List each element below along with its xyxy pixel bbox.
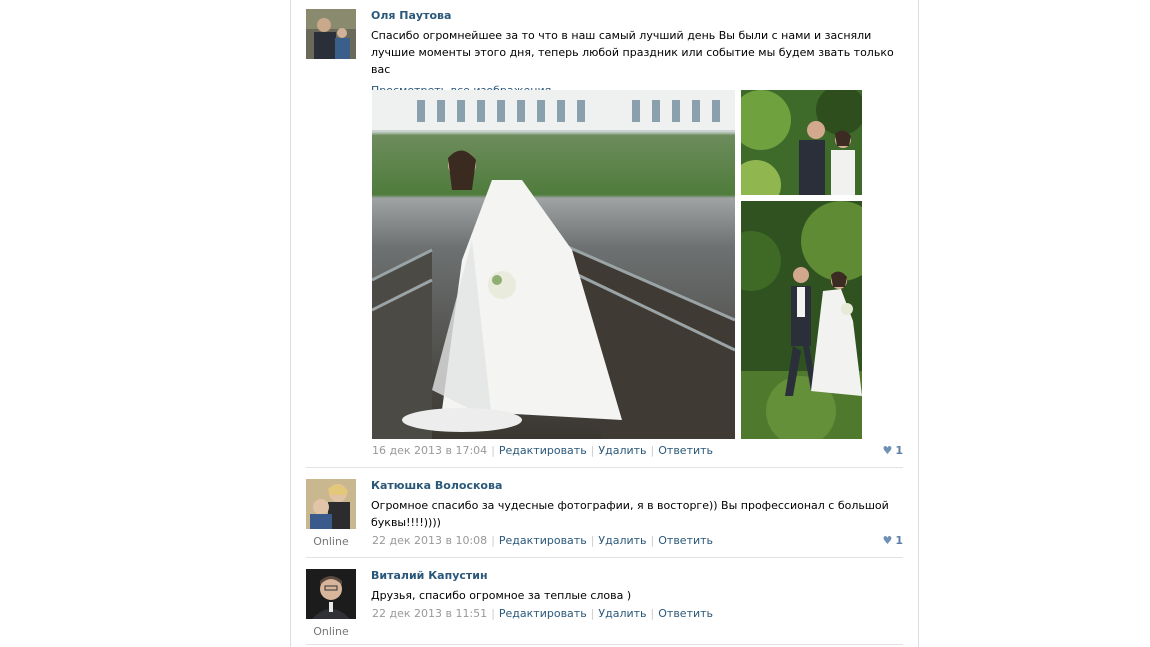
comment-text: Огромное спасибо за чудесные фотографии,… bbox=[371, 499, 889, 529]
comment-meta: 22 дек 2013 в 11:51 | Редактировать | Удалит… bbox=[372, 607, 714, 620]
reply-link[interactable]: Ответить bbox=[658, 444, 713, 457]
delete-link[interactable]: Удалить bbox=[598, 534, 646, 547]
like-count: 1 bbox=[895, 534, 903, 547]
comment-text: Спасибо огромнейшее за то что в наш самы… bbox=[371, 29, 894, 76]
delete-link[interactable]: Удалить bbox=[598, 444, 646, 457]
online-status: Online bbox=[313, 535, 349, 548]
comment-meta: 16 дек 2013 в 17:04 | Редактировать | Удалит… bbox=[372, 444, 714, 457]
avatar[interactable] bbox=[306, 479, 356, 529]
online-status: Online bbox=[313, 625, 349, 638]
comment-author[interactable]: Виталий Капустин bbox=[371, 569, 903, 583]
comment-meta: 22 дек 2013 в 10:08 | Редактировать | Удалит… bbox=[372, 534, 714, 547]
edit-link[interactable]: Редактировать bbox=[499, 607, 587, 620]
comment-date: 16 дек 2013 в 17:04 bbox=[372, 444, 488, 457]
edit-link[interactable]: Редактировать bbox=[499, 534, 587, 547]
heart-icon: ♥ bbox=[882, 444, 893, 457]
comment-date: 22 дек 2013 в 11:51 bbox=[372, 607, 488, 620]
avatar[interactable] bbox=[306, 9, 356, 59]
reply-link[interactable]: Ответить bbox=[658, 607, 713, 620]
like-button[interactable]: ♥ 1 bbox=[882, 444, 903, 457]
comment-text: Друзья, спасибо огромное за теплые слова… bbox=[371, 589, 632, 602]
couple-kiss-photo[interactable] bbox=[741, 90, 862, 195]
like-count: 1 bbox=[895, 444, 903, 457]
edit-link[interactable]: Редактировать bbox=[499, 444, 587, 457]
comments-column: Оля Паутова Спасибо огромнейшее за то чт… bbox=[290, 0, 919, 647]
delete-link[interactable]: Удалить bbox=[598, 607, 646, 620]
comment-divider bbox=[306, 467, 903, 468]
comment-author[interactable]: Оля Паутова bbox=[371, 9, 903, 23]
couple-walking-photo[interactable] bbox=[741, 201, 862, 439]
reply-link[interactable]: Ответить bbox=[658, 534, 713, 547]
comment-divider bbox=[306, 644, 903, 645]
comment-divider bbox=[306, 557, 903, 558]
comment-author[interactable]: Катюшка Волоскова bbox=[371, 479, 903, 493]
like-button[interactable]: ♥ 1 bbox=[882, 534, 903, 547]
avatar[interactable] bbox=[306, 569, 356, 619]
comment-date: 22 дек 2013 в 10:08 bbox=[372, 534, 488, 547]
bride-on-bridge-photo[interactable] bbox=[372, 90, 735, 439]
heart-icon: ♥ bbox=[882, 534, 893, 547]
